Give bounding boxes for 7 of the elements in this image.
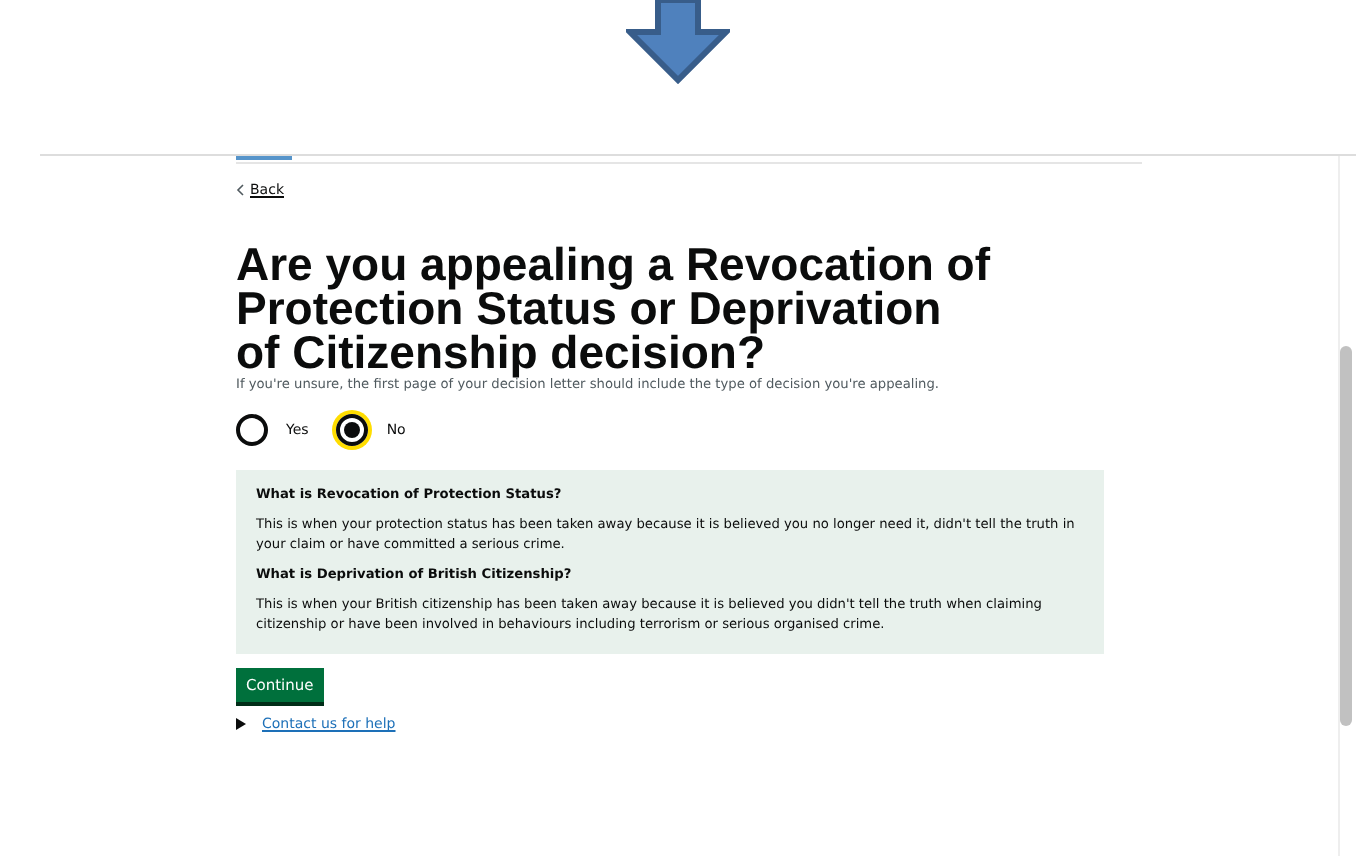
scrollbar-thumb[interactable] bbox=[1340, 346, 1352, 726]
page-heading: Are you appealing a Revocation of Protection Status or Deprivation of Citizenship decision? bbox=[236, 242, 993, 374]
radio-button[interactable] bbox=[236, 414, 268, 446]
triangle-right-icon bbox=[236, 718, 246, 730]
radio-button[interactable] bbox=[336, 414, 369, 446]
down-arrow-icon bbox=[626, 0, 730, 84]
chevron-left-icon bbox=[236, 184, 244, 196]
